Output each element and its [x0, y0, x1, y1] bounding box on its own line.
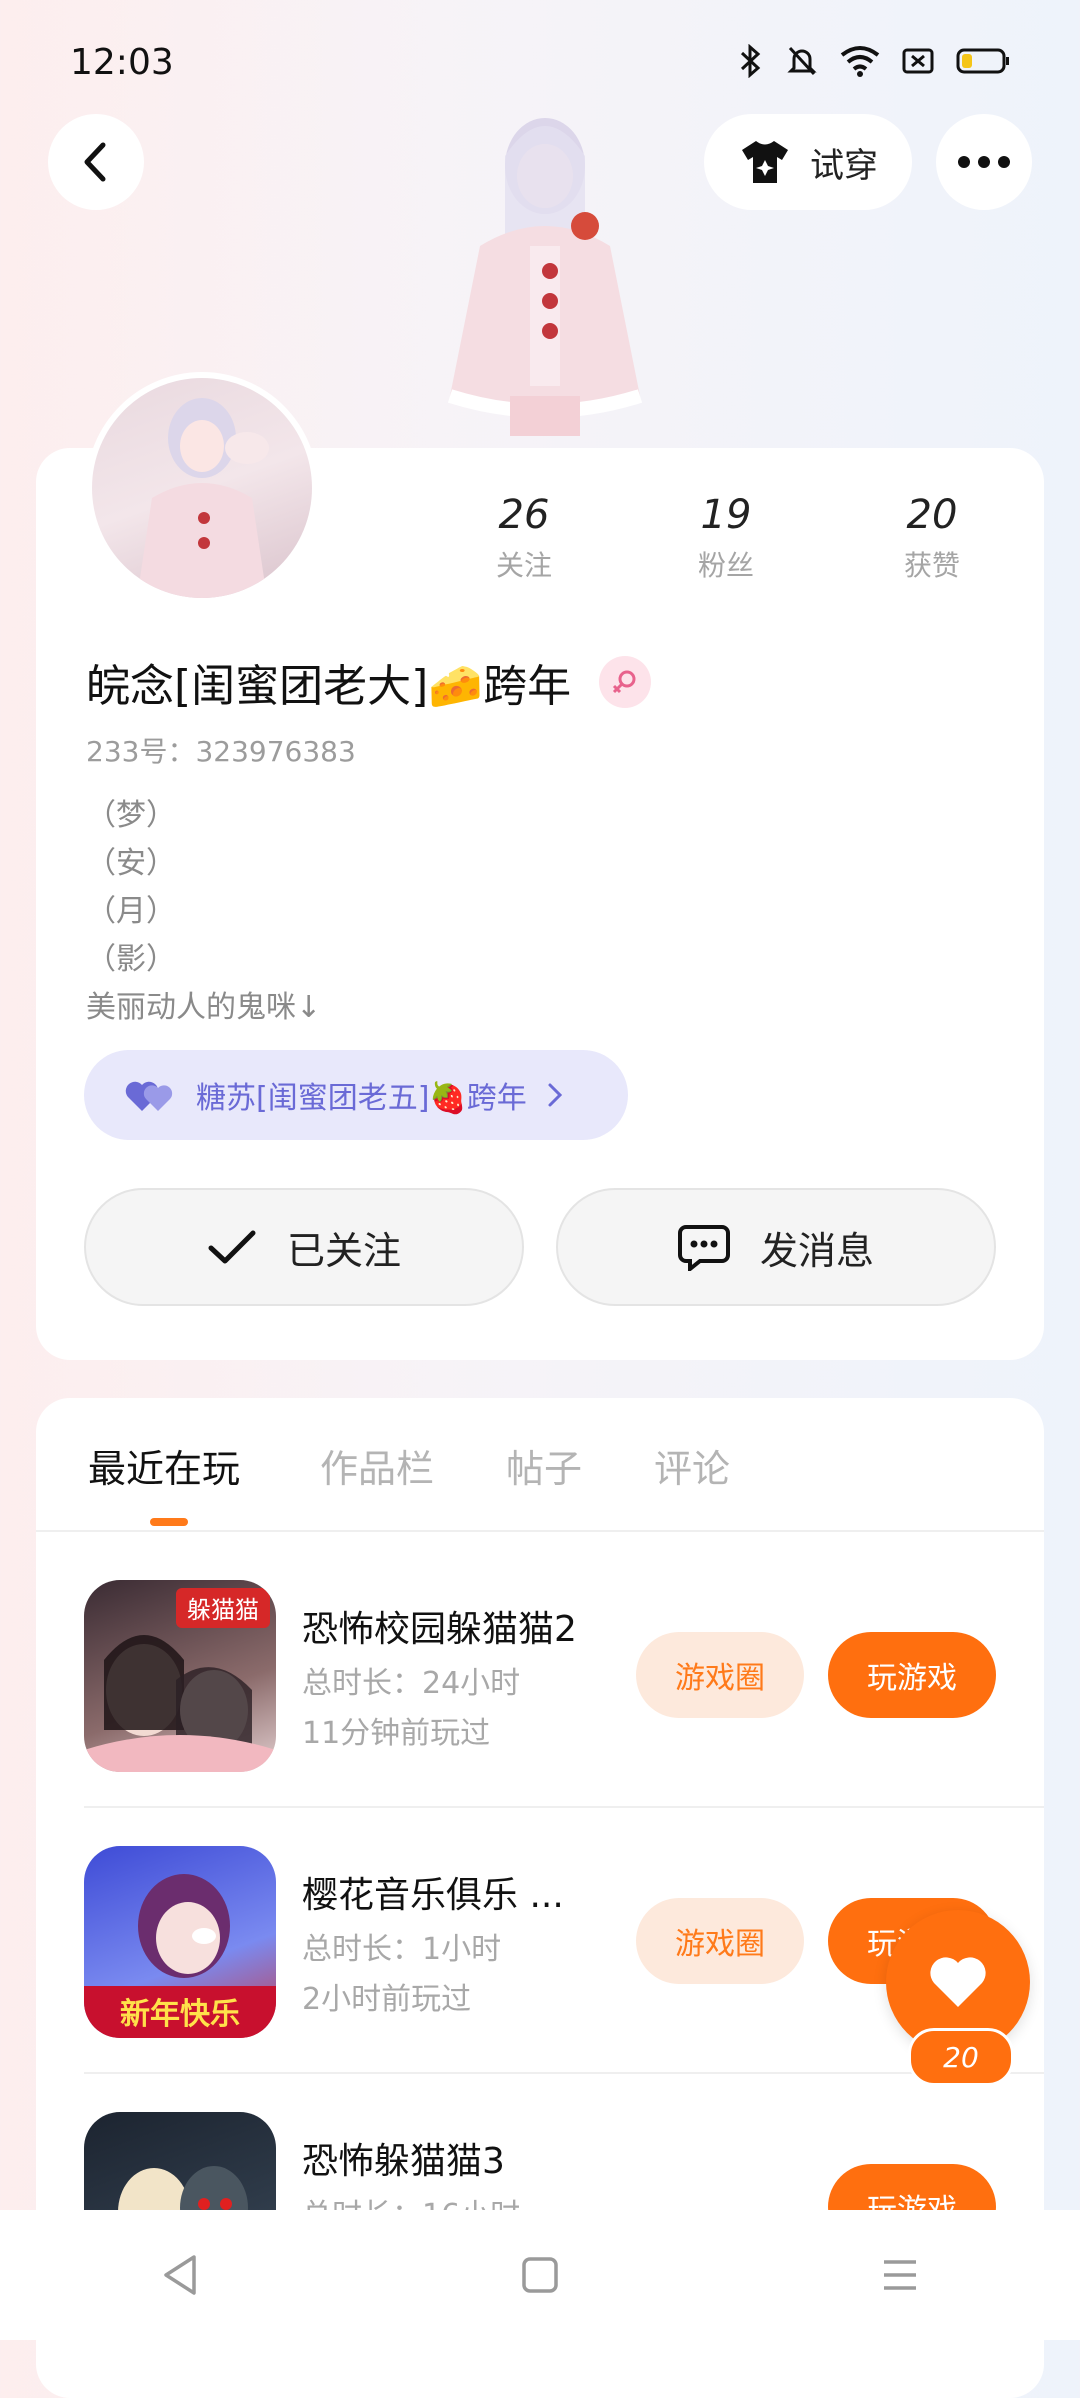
check-icon: [208, 1230, 256, 1264]
game-title[interactable]: 恐怖躲猫猫3: [302, 2132, 505, 2184]
play-game-button[interactable]: 玩游戏: [828, 1632, 996, 1718]
game-duration: 总时长：1小时: [302, 1932, 502, 1967]
stat-following-count: 26: [498, 492, 550, 538]
tab-divider: [36, 1530, 1044, 1532]
try-on-button[interactable]: 试穿: [704, 114, 912, 210]
status-time: 12:03: [70, 42, 174, 83]
status-icons: [738, 44, 1010, 78]
game-title[interactable]: 樱花音乐俱乐 ...: [302, 1866, 564, 1918]
bio-line: 美丽动人的鬼咪↓: [86, 990, 322, 1025]
game-circle-button[interactable]: 游戏圈: [636, 1898, 804, 1984]
chevron-left-icon: [84, 142, 106, 182]
stat-followers[interactable]: 19 粉丝: [646, 492, 806, 584]
follow-button[interactable]: 已关注: [84, 1188, 524, 1306]
stat-following-label: 关注: [495, 549, 552, 582]
game-last-played: 11分钟前玩过: [302, 1716, 491, 1751]
game-icon-text: 躲猫猫: [187, 1596, 259, 1624]
stat-likes-label: 获赞: [903, 549, 960, 582]
game-duration: 总时长：24小时: [302, 1666, 521, 1701]
tab-works[interactable]: 作品栏: [320, 1438, 434, 1493]
username-row: 皖念[闺蜜团老大]🧀跨年: [86, 650, 652, 714]
double-heart-icon: [125, 1081, 173, 1111]
stat-followers-label: 粉丝: [697, 549, 754, 582]
bio-line: （月）: [86, 894, 176, 929]
avatar-image: [137, 398, 269, 598]
bio-line: （梦）: [86, 798, 176, 833]
game-icon[interactable]: 新年快乐: [84, 1846, 276, 2038]
bio-line: （影）: [86, 942, 176, 977]
sim-icon: [902, 48, 934, 74]
game-icon[interactable]: 躲猫猫: [84, 1580, 276, 1772]
back-button[interactable]: [48, 114, 144, 210]
stat-likes-count: 20: [906, 492, 958, 538]
chat-bubble-icon: [677, 1225, 730, 1271]
game-title[interactable]: 恐怖校园躲猫猫2: [302, 1600, 577, 1652]
game-circle-button[interactable]: 游戏圈: [636, 1632, 804, 1718]
tshirt-icon: [742, 141, 788, 183]
tab-recently-played[interactable]: 最近在玩: [88, 1438, 240, 1493]
system-nav-bar: [0, 2210, 1080, 2340]
best-friend-chip[interactable]: 糖苏[闺蜜团老五]🍓跨年: [84, 1050, 628, 1140]
row-divider: [84, 1806, 1044, 1808]
user-id: 233号：323976383: [86, 735, 356, 768]
bluetooth-icon: [740, 44, 761, 78]
stat-followers-count: 19: [700, 492, 752, 538]
game-icon-text: 新年快乐: [120, 1997, 240, 2032]
best-friend-name: 糖苏[闺蜜团老五]🍓跨年: [196, 1081, 527, 1116]
wifi-icon: [840, 46, 880, 77]
tab-indicator: [150, 1518, 188, 1526]
chevron-right-icon: [548, 1083, 562, 1107]
nav-home-icon[interactable]: [520, 2255, 560, 2295]
nav-menu-icon[interactable]: [880, 2257, 920, 2293]
follow-label: 已关注: [286, 1228, 401, 1273]
like-count: 20: [908, 2028, 1014, 2086]
battery-icon: [956, 48, 1009, 74]
try-on-label: 试穿: [810, 145, 878, 186]
bio-line: （安）: [86, 846, 176, 881]
message-button[interactable]: 发消息: [556, 1188, 996, 1306]
tab-posts[interactable]: 帖子: [506, 1438, 582, 1493]
avatar-figure: [447, 118, 643, 436]
nav-back-icon[interactable]: [160, 2253, 200, 2297]
more-dots-icon: [958, 156, 1010, 168]
game-last-played: 2小时前玩过: [302, 1982, 472, 2017]
username: 皖念[闺蜜团老大]🧀跨年: [86, 661, 572, 712]
tab-comments[interactable]: 评论: [654, 1438, 730, 1493]
heart-icon: [930, 1957, 986, 2007]
row-divider: [84, 2072, 1044, 2074]
stat-likes[interactable]: 20 获赞: [852, 492, 1012, 584]
profile-avatar[interactable]: [86, 372, 318, 604]
female-icon: [599, 656, 652, 708]
stat-following[interactable]: 26 关注: [444, 492, 604, 584]
message-label: 发消息: [759, 1228, 874, 1273]
bell-off-icon: [787, 46, 817, 76]
more-button[interactable]: [936, 114, 1032, 210]
